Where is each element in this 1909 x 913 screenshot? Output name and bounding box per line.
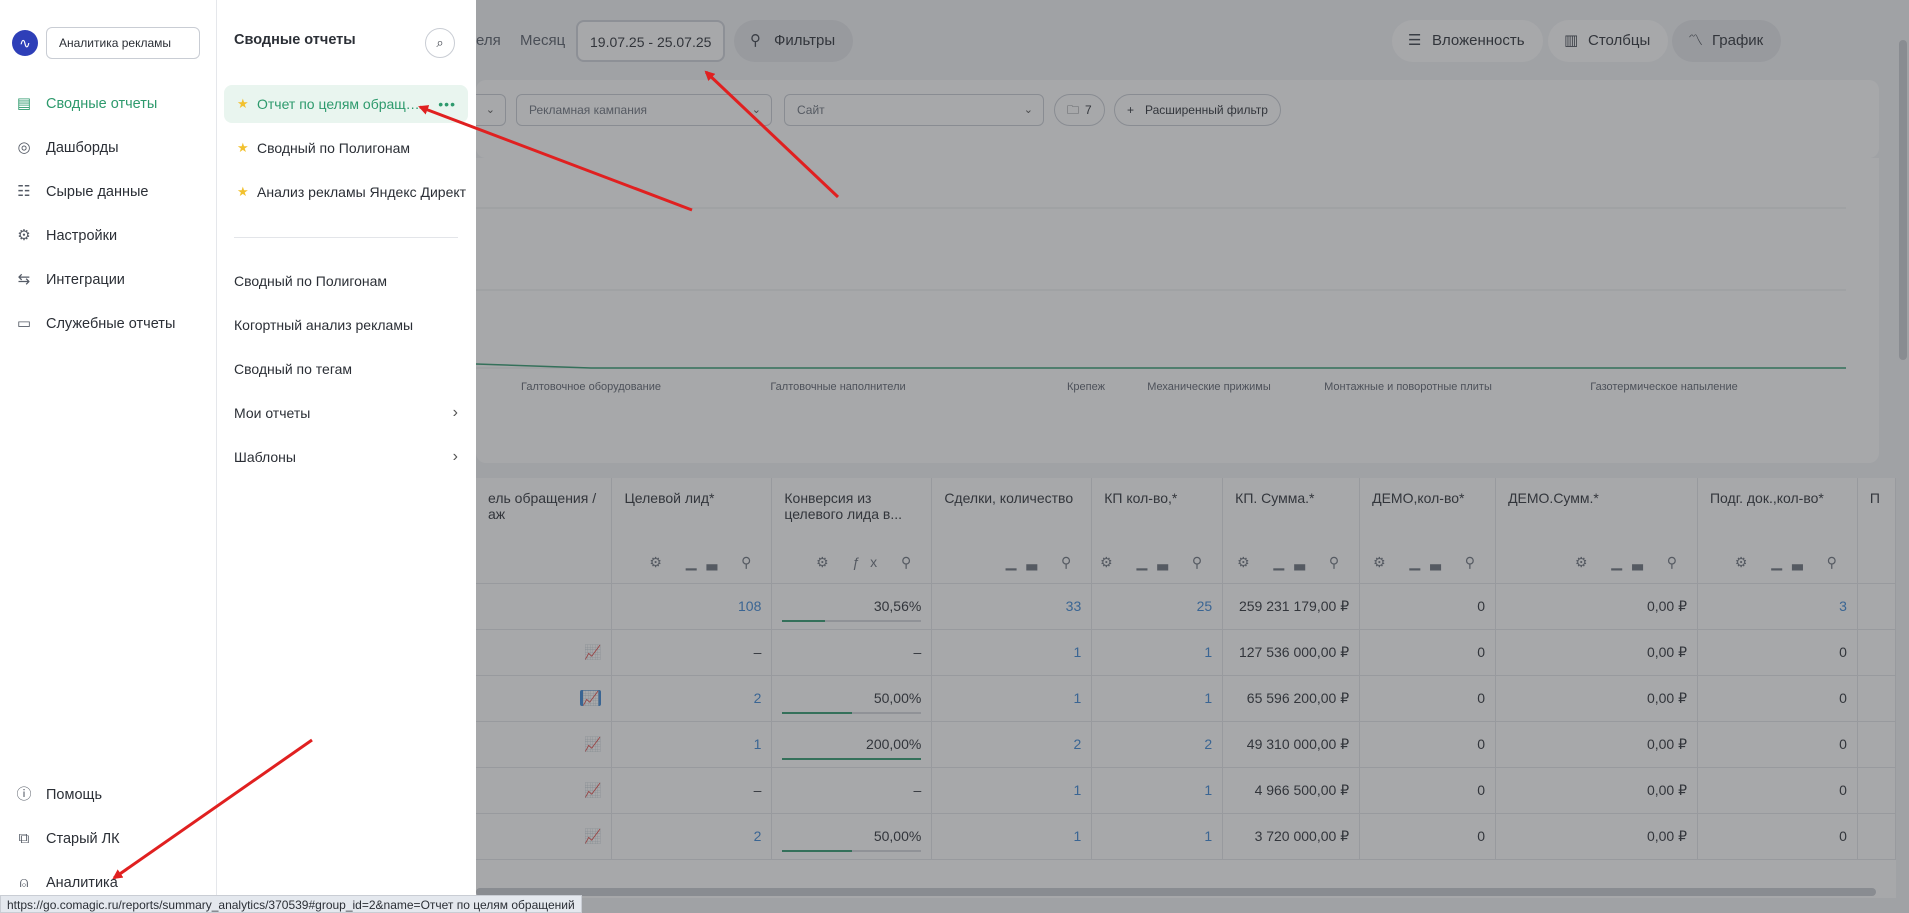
chevron-right-icon: › (452, 448, 458, 465)
submenu-divider (234, 237, 458, 238)
star-icon: ★ (237, 184, 249, 199)
report-item[interactable]: Сводный по тегам (234, 357, 458, 381)
favorite-report-polygons[interactable]: ★ Сводный по Полигонам (224, 129, 468, 167)
nav-item-label: Интеграции (46, 272, 125, 288)
favorite-report-goals[interactable]: ★ Отчет по целям обращений ••• (224, 85, 468, 123)
favorite-label: Анализ рекламы Яндекс Директ (257, 184, 467, 200)
report-item[interactable]: Сводный по Полигонам (234, 269, 458, 293)
nav-item-profile[interactable]: ⍝ Аналитика (14, 871, 204, 895)
document-icon: ▭ (16, 315, 32, 332)
integration-icon: ⇆ (17, 271, 31, 288)
report-item-label: Шаблоны (234, 449, 296, 465)
favorite-label: Сводный по Полигонам (257, 140, 411, 156)
nav-item-settings[interactable]: ⚙ Настройки (14, 224, 204, 248)
chart-icon: ▤ (16, 95, 32, 112)
star-icon: ★ (237, 96, 249, 111)
list-icon: ☷ (17, 183, 31, 200)
gear-icon: ⚙ (17, 227, 31, 244)
nav-item-label: Старый ЛК (46, 831, 120, 847)
dashboard-icon: ◎ (17, 139, 31, 156)
nav-item-summary-reports[interactable]: ▤ Сводные отчеты (14, 92, 204, 116)
report-item[interactable]: Когортный анализ рекламы (234, 313, 458, 337)
chevron-right-icon: › (452, 404, 458, 421)
nav-item-integrations[interactable]: ⇆ Интеграции (14, 268, 204, 292)
favorite-label: Отчет по целям обращений (257, 96, 437, 112)
star-icon: ★ (237, 140, 249, 155)
search-button[interactable]: ⌕ (425, 28, 455, 58)
nav-item-service-reports[interactable]: ▭ Служебные отчеты (14, 312, 204, 336)
nav-item-label: Сырые данные (46, 184, 149, 200)
app-logo[interactable]: ∿ (12, 30, 38, 56)
nav-item-label: Дашборды (46, 140, 119, 156)
external-link-icon: ⧉ (18, 830, 30, 847)
nav-item-dashboards[interactable]: ◎ Дашборды (14, 136, 204, 160)
favorite-report-yandex[interactable]: ★ Анализ рекламы Яндекс Директ (224, 173, 468, 211)
reports-submenu: Сводные отчеты ⌕ ★ Отчет по целям обраще… (217, 0, 476, 913)
nav-item-label: Аналитика (46, 875, 118, 891)
user-icon: ⍝ (19, 874, 29, 891)
nav-item-label: Настройки (46, 228, 118, 244)
info-icon: ⓘ (16, 786, 32, 803)
nav-item-old-account[interactable]: ⧉ Старый ЛК (14, 827, 204, 851)
submenu-title: Сводные отчеты (234, 32, 356, 48)
report-item-label: Мои отчеты (234, 405, 311, 421)
left-nav: ∿ Аналитика рекламы ▤ Сводные отчеты ◎ Д… (0, 0, 217, 913)
nav-item-label: Помощь (46, 787, 103, 803)
templates-item[interactable]: Шаблоны › (234, 445, 458, 469)
more-icon[interactable]: ••• (438, 85, 456, 123)
nav-item-label: Сводные отчеты (46, 96, 158, 112)
nav-item-label: Служебные отчеты (46, 316, 176, 332)
status-url: https://go.comagic.ru/reports/summary_an… (0, 895, 582, 913)
my-reports-item[interactable]: Мои отчеты › (234, 401, 458, 425)
app-selector[interactable]: Аналитика рекламы (46, 27, 200, 59)
nav-item-raw-data[interactable]: ☷ Сырые данные (14, 180, 204, 204)
search-icon: ⌕ (436, 35, 444, 50)
nav-item-help[interactable]: ⓘ Помощь (14, 783, 204, 807)
